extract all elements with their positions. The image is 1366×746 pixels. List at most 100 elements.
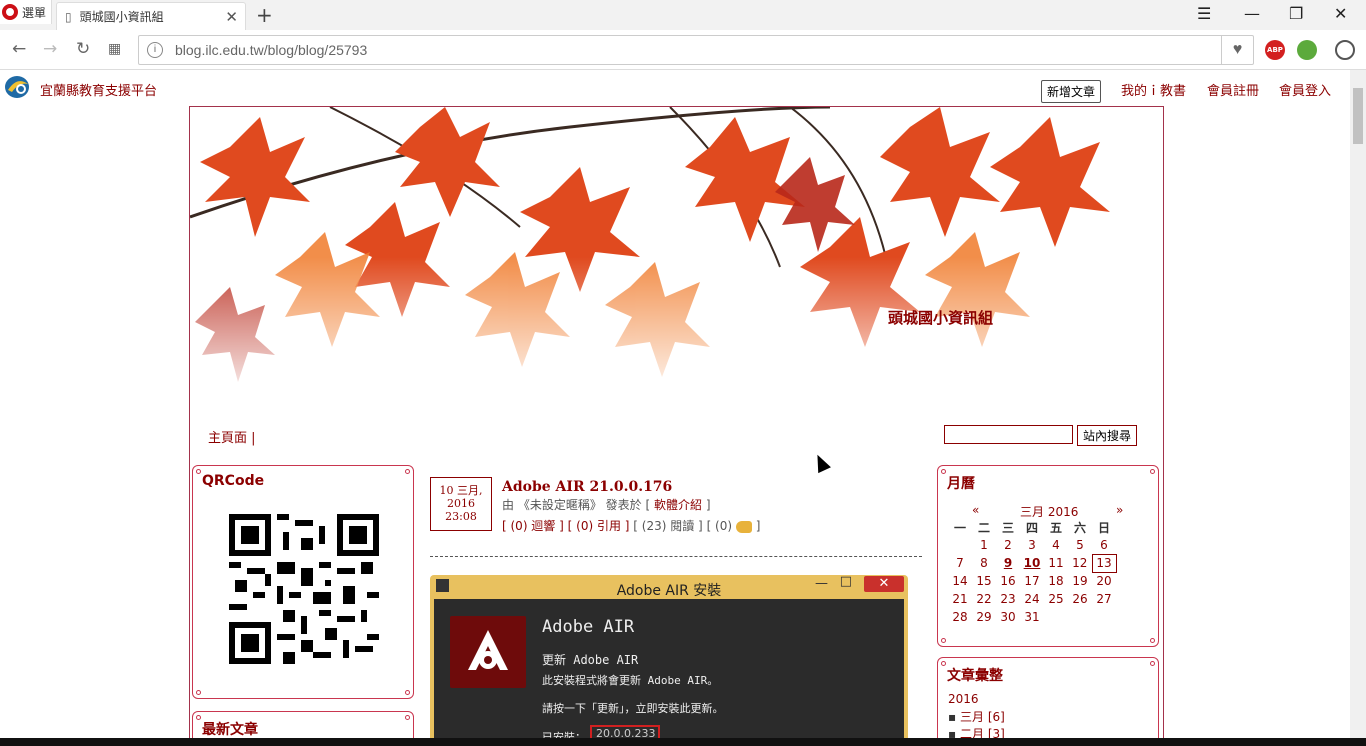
minimize-icon[interactable]: —: [1244, 4, 1260, 23]
calendar-day-link[interactable]: 10: [1020, 554, 1044, 572]
dialog-close-icon: ✕: [864, 576, 904, 592]
calendar-day: 8: [980, 556, 988, 570]
weekday-mon: 一: [953, 520, 966, 535]
post-title-link[interactable]: Adobe AIR 21.0.0.176: [502, 479, 672, 495]
platform-link[interactable]: 宜蘭縣教育支援平台: [40, 80, 157, 99]
calendar-day: 12: [1072, 556, 1088, 570]
calendar-day: 4: [1052, 538, 1060, 552]
dialog-maximize-icon: □: [839, 574, 852, 589]
post-meta: 由 《未設定暱稱》 發表於 [ 軟體介紹 ]: [502, 496, 711, 513]
latest-posts-title: 最新文章: [202, 722, 258, 738]
reload-icon[interactable]: ↻: [76, 39, 90, 59]
account-icon[interactable]: [1335, 40, 1355, 60]
post-date-year: 2016: [447, 497, 475, 510]
browser-tab-bar: 選單 ▯ 頭城國小資訊組 ✕ + ☰ — ❐ ✕: [0, 0, 1366, 30]
archive-count: [6]: [987, 710, 1005, 724]
blog-title[interactable]: 頭城國小資訊組: [888, 307, 993, 328]
site-info-icon[interactable]: i: [147, 42, 163, 58]
calendar-day: 20: [1096, 574, 1112, 589]
site-search-button[interactable]: 站內搜尋: [1077, 425, 1138, 446]
scrollbar-thumb[interactable]: [1353, 88, 1363, 144]
dialog-minimize-icon: —: [815, 576, 828, 591]
dialog-instruction: 請按一下「更新」，立即安裝此更新。: [542, 702, 724, 715]
tab-close-icon[interactable]: ✕: [225, 8, 238, 26]
dialog-installed-version: 20.0.0.233: [590, 725, 660, 738]
address-bar-row: ← → ↻ ▦ i blog.ilc.edu.tw/blog/blog/2579…: [0, 30, 1366, 70]
browser-menu-button[interactable]: 選單: [0, 0, 52, 24]
menu-label: 選單: [22, 5, 47, 20]
calendar-day-link[interactable]: 9: [996, 554, 1020, 572]
bullet-icon: ▪: [948, 727, 957, 738]
weekday-sun: 日: [1097, 520, 1110, 535]
dialog-body: Adobe AIR 更新 Adobe AIR 此安裝程式將會更新 Adobe A…: [434, 599, 904, 738]
calendar-title: 月曆: [947, 476, 975, 492]
calendar-day: 23: [1000, 592, 1016, 606]
register-link[interactable]: 會員註冊: [1207, 80, 1259, 99]
like-end: ]: [755, 519, 761, 533]
calendar-day: 30: [1000, 610, 1016, 624]
tab-menu-icon[interactable]: ☰: [1197, 4, 1211, 23]
top-nav: 宜蘭縣教育支援平台 新增文章 我的ｉ教書 會員註冊 會員登入: [0, 70, 1350, 106]
qrcode-box: QRCode: [192, 465, 414, 699]
dialog-installed-label: 已安裝：: [542, 731, 586, 738]
calendar-prev-link[interactable]: «: [972, 503, 979, 517]
calendar-day: 26: [1072, 592, 1088, 606]
post-date-day: 10 三月,: [439, 484, 483, 497]
corner-dot: [941, 661, 946, 666]
calendar-day: 16: [1000, 574, 1016, 588]
calendar-day: 6: [1100, 537, 1108, 552]
adobe-air-logo-icon: [450, 616, 526, 688]
window-close-icon[interactable]: ✕: [1334, 4, 1347, 23]
post-stats: [ (0) 迴響 ] [ (0) 引用 ] [ (23) 閱讀 ] [ (0) …: [502, 517, 760, 534]
post-category-link[interactable]: 軟體介紹: [654, 498, 702, 512]
adblock-icon[interactable]: ABP: [1265, 40, 1285, 60]
login-link[interactable]: 會員登入: [1279, 80, 1331, 99]
my-blog-link[interactable]: 我的ｉ教書: [1121, 80, 1186, 99]
calendar-day: 7: [956, 556, 964, 570]
restore-icon[interactable]: ❐: [1289, 4, 1303, 23]
post-separator: [430, 556, 922, 557]
archive-item[interactable]: ▪ 二月 [3]: [948, 725, 1005, 738]
extension-icon[interactable]: [1297, 40, 1317, 60]
weekday-fri: 五: [1049, 520, 1062, 535]
opera-logo-icon: [2, 4, 18, 20]
site-search-input[interactable]: [944, 425, 1073, 444]
new-tab-icon[interactable]: +: [256, 3, 273, 27]
archive-item[interactable]: ▪ 三月 [6]: [948, 708, 1005, 725]
back-icon[interactable]: ←: [12, 39, 26, 59]
corner-dot: [405, 469, 410, 474]
calendar-next-link[interactable]: »: [1116, 503, 1123, 517]
qrcode-title: QRCode: [202, 473, 265, 489]
calendar-day: [1092, 608, 1116, 626]
archive-month[interactable]: 三月: [960, 710, 984, 724]
corner-dot: [1150, 661, 1155, 666]
trackback-link[interactable]: [ (0) 引用 ]: [568, 519, 630, 533]
calendar-day: 22: [976, 592, 992, 606]
post-meta-end: ]: [705, 498, 711, 512]
main-page-link[interactable]: 主頁面 |: [208, 427, 256, 446]
web-page: 宜蘭縣教育支援平台 新增文章 我的ｉ教書 會員註冊 會員登入 頭城國小資訊組 主…: [0, 70, 1350, 738]
page-scrollbar[interactable]: [1350, 70, 1366, 738]
archive-box: 文章彙整 2016 ▪ 三月 [6] ▪ 二月 [3]: [937, 657, 1159, 738]
corner-dot: [1150, 469, 1155, 474]
calendar-day: 27: [1096, 592, 1112, 606]
forward-icon[interactable]: →: [43, 39, 57, 59]
like-hand-icon[interactable]: [735, 520, 752, 533]
url-field[interactable]: i blog.ilc.edu.tw/blog/blog/25793 ♥: [138, 35, 1254, 65]
calendar-box: 月曆 « 三月 2016 » 一 二 三 四 五 六 日 1 2 3 4 5 6…: [937, 465, 1159, 647]
browser-tab[interactable]: ▯ 頭城國小資訊組 ✕: [56, 2, 246, 30]
reply-link[interactable]: [ (0) 迴響 ]: [502, 519, 564, 533]
bullet-icon: ▪: [948, 710, 957, 724]
new-post-button[interactable]: 新增文章: [1041, 80, 1102, 103]
archive-month[interactable]: 二月: [960, 727, 984, 738]
qr-code-image: [229, 514, 379, 664]
speed-dial-icon[interactable]: ▦: [108, 41, 121, 57]
platform-logo-icon: [5, 76, 29, 98]
adobe-air-dialog-screenshot: Adobe AIR 安裝 — □ ✕ Adobe AIR 更新 Adobe AI…: [430, 574, 908, 738]
bookmark-heart-icon[interactable]: ♥: [1221, 36, 1253, 64]
views-count: [ (23) 閱讀 ]: [633, 519, 703, 533]
calendar-day: 29: [976, 610, 992, 624]
corner-dot: [941, 469, 946, 474]
blog-frame: 頭城國小資訊組 主頁面 | 站內搜尋 QRCode 最新文章 10 三月, 20…: [189, 106, 1164, 738]
page-icon: ▯: [65, 9, 72, 24]
